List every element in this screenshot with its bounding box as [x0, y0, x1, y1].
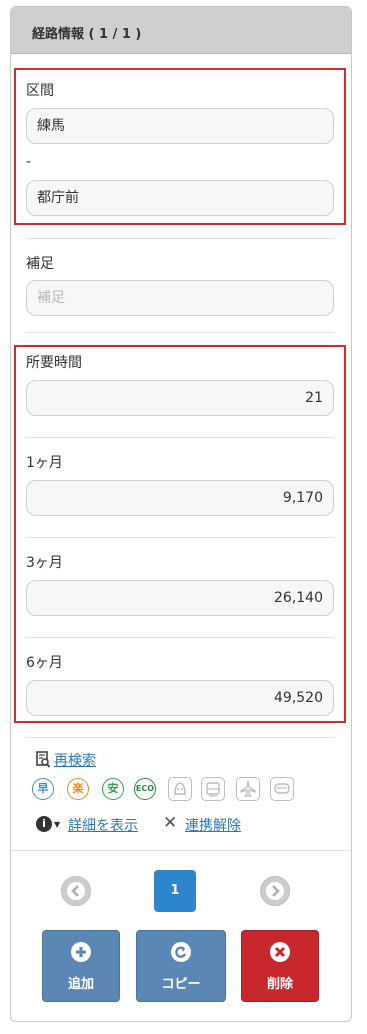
one-month-label: 1ヶ月	[26, 455, 63, 471]
divider	[26, 238, 334, 239]
cheap-route-icon[interactable]: 安	[102, 778, 124, 800]
fast-route-icon[interactable]: 早	[32, 778, 54, 800]
divider	[26, 537, 334, 538]
eco-route-icon[interactable]: ECO	[134, 778, 156, 800]
duration-label: 所要時間	[26, 355, 82, 371]
divider	[26, 332, 334, 333]
caret-down-icon[interactable]: ▼	[54, 820, 60, 829]
redo-icon	[171, 942, 191, 962]
close-icon[interactable]: ✕	[163, 814, 177, 832]
search-doc-icon	[36, 751, 51, 768]
prev-page-button[interactable]	[61, 876, 91, 906]
details-link[interactable]: 詳細を表示	[68, 815, 138, 835]
supplement-input[interactable]: 補足	[26, 280, 334, 316]
divider	[26, 637, 334, 638]
three-month-label: 3ヶ月	[26, 555, 63, 571]
delete-button[interactable]: 削除	[241, 930, 319, 1002]
current-page-button[interactable]: 1	[154, 870, 196, 912]
info-icon[interactable]: i	[36, 816, 52, 832]
plus-icon	[71, 942, 91, 962]
train-icon[interactable]	[201, 777, 225, 801]
divider	[11, 850, 351, 851]
section-label: 区間	[26, 83, 54, 99]
bus-icon[interactable]	[270, 777, 294, 801]
supplement-label: 補足	[26, 256, 54, 272]
easy-route-icon[interactable]: 楽	[67, 778, 89, 800]
from-station-input[interactable]: 練馬	[26, 108, 334, 144]
airplane-icon[interactable]	[236, 777, 260, 801]
one-month-input[interactable]: 9,170	[26, 480, 334, 516]
copy-button[interactable]: コピー	[136, 930, 226, 1002]
add-button[interactable]: 追加	[42, 930, 120, 1002]
six-month-input[interactable]: 49,520	[26, 680, 334, 716]
shinkansen-icon[interactable]	[168, 777, 192, 801]
to-station-input[interactable]: 都庁前	[26, 180, 334, 216]
divider	[26, 737, 334, 738]
duration-input[interactable]: 21	[26, 380, 334, 416]
section-dash: -	[26, 154, 32, 170]
three-month-input[interactable]: 26,140	[26, 580, 334, 616]
divider	[26, 437, 334, 438]
delete-button-label: 削除	[266, 977, 293, 992]
research-link[interactable]: 再検索	[54, 750, 96, 770]
remove-icon	[270, 942, 290, 962]
next-page-button[interactable]	[260, 876, 290, 906]
copy-button-label: コピー	[161, 977, 201, 992]
panel-header: 経路情報 ( 1 / 1 )	[11, 7, 351, 54]
add-button-label: 追加	[67, 977, 94, 992]
six-month-label: 6ヶ月	[26, 655, 63, 671]
unlink-link[interactable]: 連携解除	[185, 815, 241, 835]
panel-title: 経路情報 ( 1 / 1 )	[32, 27, 142, 42]
